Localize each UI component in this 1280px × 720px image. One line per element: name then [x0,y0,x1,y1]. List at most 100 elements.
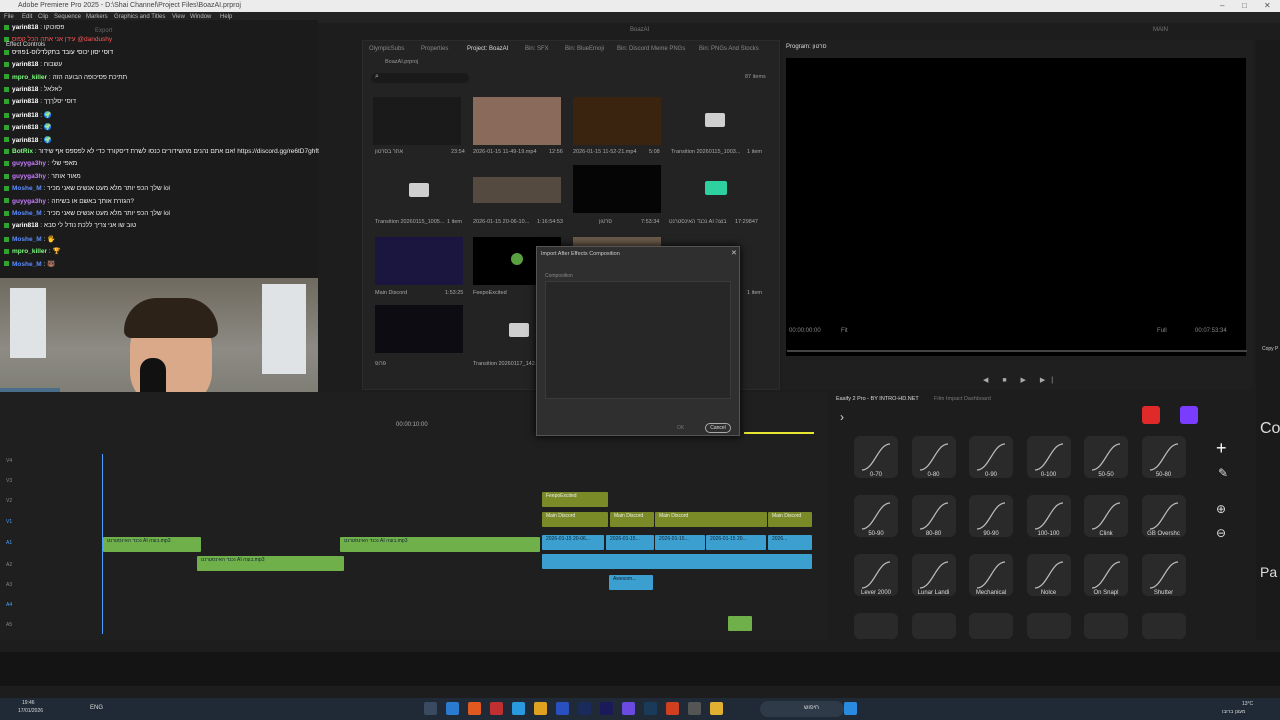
chat-username[interactable]: yarin818 [12,24,38,31]
tab-pngs-stocks[interactable]: Bin: PNGs And Stocks [699,46,759,52]
app-icon[interactable] [424,702,437,715]
work-area-bar[interactable] [744,432,814,434]
chat-username[interactable]: yarin818 [12,61,38,68]
app-icon[interactable] [446,702,459,715]
tab-project[interactable]: Project: BoazAI [467,46,508,52]
lang-indicator[interactable]: ENG [90,705,103,711]
ease-preset-tile[interactable] [911,613,956,639]
delete-icon[interactable] [1142,406,1160,424]
program-screen[interactable] [786,58,1246,356]
clip[interactable]: 2026... [768,535,812,550]
chat-username[interactable]: guyyga3hy [12,173,46,180]
chat-username[interactable]: BotRix [12,148,33,155]
after-effects-icon[interactable] [578,702,591,715]
track-v2[interactable]: V2 [6,498,12,504]
thumb-item[interactable] [373,97,461,145]
app-icon[interactable] [644,702,657,715]
track-a2[interactable]: A2 [6,562,12,568]
chat-username[interactable]: yarin818 [12,137,38,144]
folder-icon[interactable] [509,323,529,337]
cancel-button[interactable]: Cancel [705,423,731,433]
app-icon[interactable] [490,702,503,715]
clip[interactable]: נכנד האינסטרנט AI בוצה.mp3 [340,537,540,552]
thumb-item[interactable] [473,97,561,145]
search-box[interactable] [760,701,844,717]
clip[interactable]: 2026-01-15 20-06... [542,535,604,550]
ease-preset-tile[interactable] [969,613,1013,639]
thumb-item[interactable] [573,165,661,213]
clip[interactable]: Awesom... [609,575,653,590]
resolution-select[interactable]: Full [1157,328,1167,334]
clip[interactable]: נכנד האינסטרנט AI בוצה.mp3 [197,556,344,571]
app-icon[interactable] [556,702,569,715]
ok-button[interactable]: OK [677,425,684,431]
chat-username[interactable]: guyyga3hy [12,198,46,205]
app-icon[interactable] [534,702,547,715]
clip[interactable]: Main Discord [542,512,608,527]
track-v4[interactable]: V4 [6,458,12,464]
folder-icon[interactable] [710,702,723,715]
chat-username[interactable]: Moshe_M [12,210,42,217]
maximize-button[interactable]: □ [1242,0,1247,12]
app-icon[interactable] [666,702,679,715]
edit-icon[interactable]: ✎ [1218,466,1228,480]
audio-clip-row[interactable] [542,554,812,569]
clip[interactable]: FeepoExcited [542,492,608,507]
thumb-item[interactable] [573,97,661,145]
folder-icon[interactable] [705,113,725,127]
thumb-item[interactable] [375,305,463,353]
track-a5[interactable]: A5 [6,622,12,628]
tab-properties[interactable]: Properties [421,46,448,52]
clip[interactable]: נכנד האינסטרנט AI בוצה.mp3 [103,537,201,552]
ease-preset-tile[interactable] [1026,613,1071,639]
clip-small[interactable] [728,616,752,631]
time-ruler[interactable] [0,652,1280,686]
clip[interactable]: 2026-01-15... [606,535,654,550]
premiere-icon[interactable] [600,702,613,715]
chat-username[interactable]: yarin818 [12,112,38,119]
windows-start-icon[interactable] [844,702,857,715]
workspace-main-label[interactable]: MAIN [1153,27,1168,33]
chat-username[interactable]: Moshe_M [12,261,42,268]
export-tab[interactable]: Export [95,28,112,34]
chat-username[interactable]: yarin818 [12,222,38,229]
chat-username[interactable]: Moshe_M [12,236,42,243]
tab-sfx[interactable]: Bin: SFX [525,46,549,52]
transport-controls[interactable]: ◀ ■ ▶ ▶| [983,376,1059,384]
chat-username[interactable]: yarin818 [12,124,38,131]
folder-icon[interactable] [409,183,429,197]
clip[interactable]: Main Discord [655,512,767,527]
clip[interactable]: 2026-01-15 20... [706,535,766,550]
clip[interactable]: Main Discord [768,512,812,527]
clip[interactable]: 2026-01-15... [655,535,705,550]
zoom-in-icon[interactable]: ⊕ [1216,502,1226,516]
double-chevron-icon[interactable] [1180,406,1198,424]
search-input[interactable] [371,73,469,83]
close-button[interactable]: ✕ [1264,0,1271,12]
chat-username[interactable]: yarin818 [12,98,38,105]
track-v3[interactable]: V3 [6,478,12,484]
ease-preset-tile[interactable] [1141,613,1186,639]
clip[interactable]: Main Discord [610,512,654,527]
app-icon[interactable] [512,702,525,715]
composition-list[interactable] [545,281,731,399]
program-scrubber[interactable] [787,350,1247,352]
thumb-item[interactable] [473,177,561,203]
chat-username[interactable]: mpro_killer [12,248,47,255]
minimize-button[interactable]: – [1220,0,1224,12]
ease-preset-tile[interactable] [1084,613,1128,639]
track-v1[interactable]: V1 [6,519,12,525]
track-a4[interactable]: A4 [6,602,12,608]
audio-wave-icon[interactable] [705,181,727,195]
chat-username[interactable]: Moshe_M [12,185,42,192]
effect-controls-tab[interactable]: Effect Controls [6,42,45,48]
tab-olympicsubs[interactable]: OlympicSubs [369,46,404,52]
ease-preset-tile[interactable] [854,613,898,639]
app-icon[interactable] [468,702,481,715]
tab-discord-memes[interactable]: Bin: Discord Meme PNGs [617,46,685,52]
fit-select[interactable]: Fit [841,328,848,334]
zoom-out-icon[interactable]: ⊖ [1216,526,1226,540]
add-icon[interactable]: + [1216,438,1227,459]
track-a1[interactable]: A1 [6,540,12,546]
chat-username[interactable]: guyyga3hy [12,160,46,167]
